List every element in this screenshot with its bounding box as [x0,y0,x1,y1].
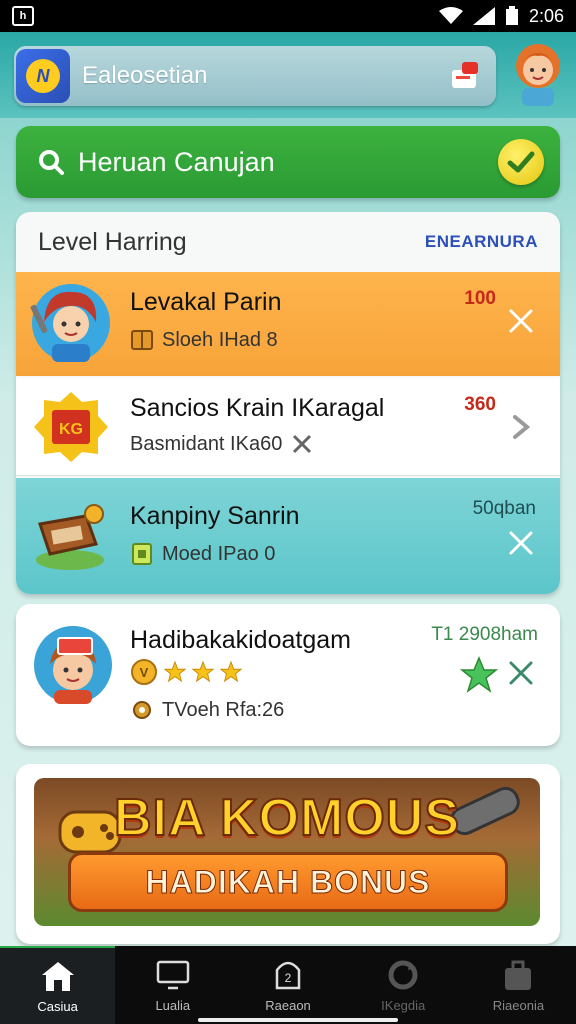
bag-icon [505,960,532,990]
achievement-value: T1 2908ham [431,624,538,645]
gear-icon [133,701,151,719]
achievement-title: Hadibakakidoatgam [130,626,351,654]
row-subtitle-text: Basmidant IKa60 [130,432,283,455]
svg-text:V: V [140,665,149,680]
tool-icon [293,434,312,454]
monitor-icon [156,960,190,989]
bonus-title: BIA KOMOUS [113,788,461,848]
nav-label: IKegdia [381,997,426,1013]
level-row[interactable]: Kanpiny Sanrin Moed IPao 0 50qban [16,478,560,594]
home-icon [41,961,74,991]
row-subtitle-text: Moed IPao 0 [162,542,276,565]
avatar [30,284,110,362]
nav-label: Casiua [37,998,78,1014]
search-banner[interactable]: Heruan Canujan [16,126,560,198]
row-subtitle-text: Sloeh IHad 8 [162,328,278,351]
coin-icon: V [131,659,157,685]
app-bar: N Ealeosetian [0,32,576,118]
user-avatar[interactable] [510,40,566,106]
row-value: 50qban [472,498,536,519]
level-link[interactable]: ENEARNURA [425,232,538,252]
nav-label: Raeaon [265,997,311,1013]
nav-item-refresh[interactable]: IKegdia [346,946,461,1024]
close-icon[interactable] [508,660,534,686]
wifi-icon [438,7,463,24]
bonus-button[interactable]: HADIKAH BONUS [68,852,508,912]
level-card: Level Harring ENEARNURA Levakal Parin Sl… [16,212,560,594]
bottom-nav: Casiua Lualia 2 Raeaon IKegdia Riaeonia [0,946,576,1024]
chest-icon [36,504,104,570]
close-icon[interactable] [508,530,534,556]
signal-icon [472,7,495,25]
level-header: Level Harring ENEARNURA [16,212,560,272]
logo-icon: N [26,59,60,93]
card-icon [132,543,152,565]
app-header-bar[interactable]: N Ealeosetian [14,46,496,106]
row-subtitle: Moed IPao 0 [130,542,275,566]
notification-icon: h [12,6,34,26]
avatar [34,626,112,704]
nav-item-bag[interactable]: Riaeonia [461,946,576,1024]
svg-text:KG: KG [59,421,83,438]
bonus-button-label: HADIKAH BONUS [145,863,431,900]
row-value: 100 [464,288,496,309]
nav-label: Lualia [155,997,191,1013]
svg-text:2: 2 [285,971,292,985]
check-icon [507,151,535,173]
level-row[interactable]: KG Sancios Krain IKaragal Basmidant IKa6… [16,378,560,476]
nav-item-home[interactable]: Casiua [0,946,116,1024]
profile-icon: 2 [275,961,301,989]
badge-icon: KG [34,392,108,462]
bonus-card[interactable]: BIA KOMOUS HADIKAH BONUS [16,764,560,944]
level-row[interactable]: Levakal Parin Sloeh IHad 8 100 [16,272,560,376]
app-title: Ealeosetian [82,62,208,89]
refresh-icon [388,960,418,989]
row-value: 360 [464,394,496,415]
book-icon [131,330,153,350]
row-title: Kanpiny Sanrin [130,502,300,530]
favorite-star-icon[interactable] [460,656,498,694]
app-logo[interactable]: N [16,49,70,103]
banner-text: Heruan Canujan [78,146,275,177]
row-title: Sancios Krain IKaragal [130,394,385,422]
nav-item-monitor[interactable]: Lualia [115,946,230,1024]
status-bar: h 2:06 [0,0,576,32]
star-icon [164,661,186,683]
achievement-card[interactable]: Hadibakakidoatgam T1 2908ham V TVoeh Rfa… [16,604,560,746]
search-icon [39,150,64,175]
notification-badge-icon[interactable] [448,58,482,92]
achievement-subtitle: TVoeh Rfa:26 [130,698,284,722]
status-time: 2:06 [528,5,564,26]
close-icon[interactable] [508,308,534,334]
level-title: Level Harring [38,227,187,256]
battery-icon [505,6,518,25]
chevron-right-icon[interactable] [510,414,532,440]
star-icon [192,661,214,683]
row-subtitle: Basmidant IKa60 [130,432,314,456]
row-subtitle: Sloeh IHad 8 [130,328,278,352]
row-title: Levakal Parin [130,288,282,316]
achievement-subtitle-text: TVoeh Rfa:26 [162,698,285,721]
nav-item-profile[interactable]: 2 Raeaon [230,946,345,1024]
bonus-banner[interactable]: BIA KOMOUS HADIKAH BONUS [34,778,540,926]
nav-label: Riaeonia [492,997,545,1013]
star-icon [220,661,242,683]
check-button[interactable] [498,139,544,185]
rating-stars: V [130,658,242,686]
home-indicator [198,1018,398,1022]
